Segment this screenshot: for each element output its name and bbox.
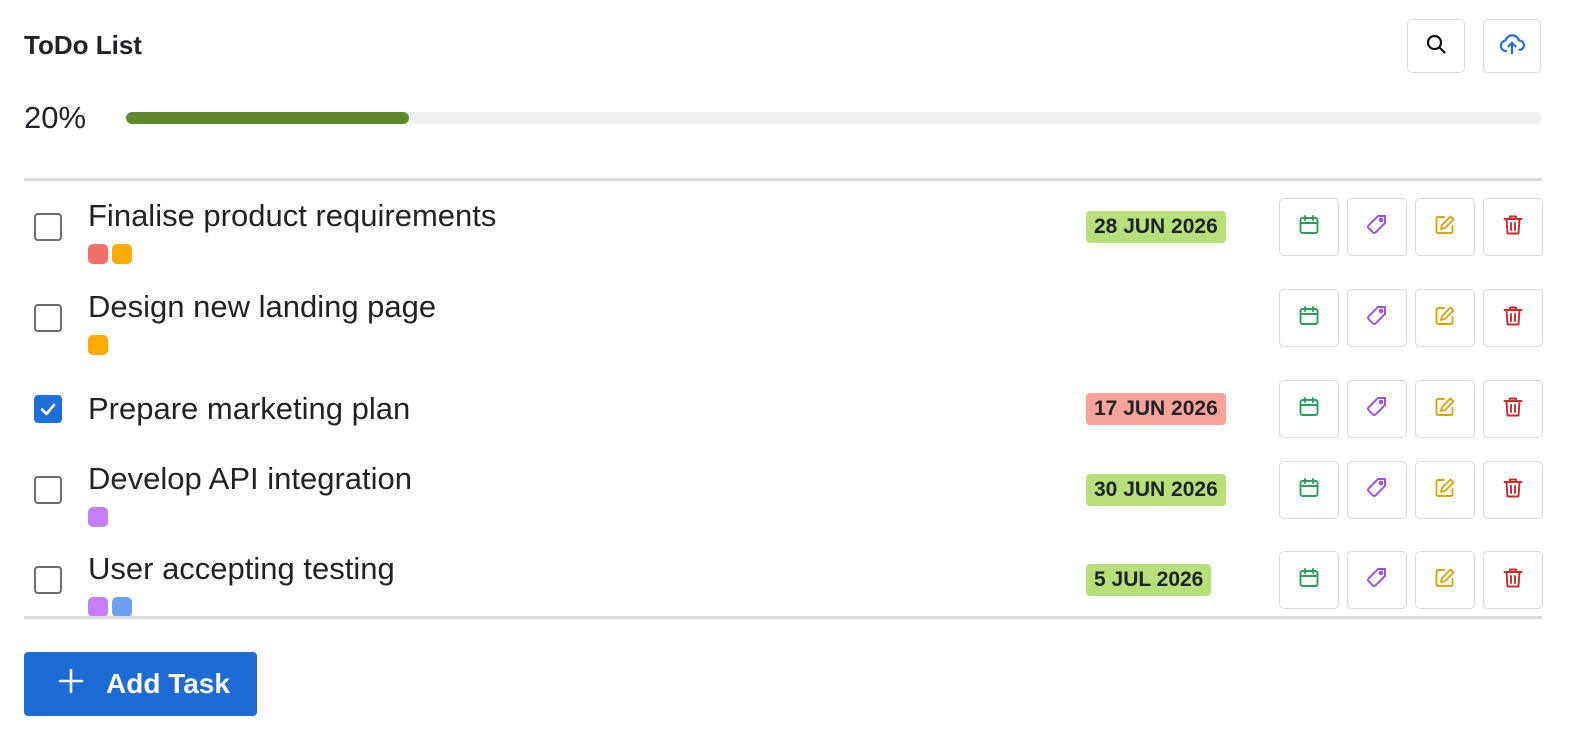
- delete-task-button[interactable]: [1483, 551, 1543, 609]
- trash-icon: [1501, 304, 1525, 333]
- task-title: Prepare marketing plan: [88, 391, 411, 426]
- set-tag-button[interactable]: [1347, 380, 1407, 438]
- edit-task-button[interactable]: [1415, 198, 1475, 256]
- set-date-button[interactable]: [1279, 198, 1339, 256]
- tag-icon: [1365, 304, 1389, 333]
- edit-icon: [1433, 395, 1457, 424]
- edit-icon: [1433, 566, 1457, 595]
- upload-button[interactable]: [1483, 19, 1541, 73]
- task-title: Develop API integration: [88, 461, 412, 496]
- tag-chip: [112, 597, 132, 617]
- calendar-icon: [1297, 566, 1321, 595]
- edit-icon: [1433, 476, 1457, 505]
- task-title: User accepting testing: [88, 551, 395, 586]
- edit-task-button[interactable]: [1415, 461, 1475, 519]
- set-tag-button[interactable]: [1347, 461, 1407, 519]
- add-task-button[interactable]: Add Task: [24, 652, 257, 716]
- due-date-badge: 17 JUN 2026: [1086, 393, 1226, 425]
- list-bottom-divider: [24, 616, 1542, 619]
- due-date-badge: 28 JUN 2026: [1086, 211, 1226, 243]
- set-tag-button[interactable]: [1347, 551, 1407, 609]
- tag-chip: [88, 244, 108, 264]
- edit-icon: [1433, 304, 1457, 333]
- edit-task-button[interactable]: [1415, 289, 1475, 347]
- edit-icon: [1433, 213, 1457, 242]
- delete-task-button[interactable]: [1483, 461, 1543, 519]
- search-icon: [1424, 32, 1448, 61]
- tag-chip: [88, 335, 108, 355]
- edit-task-button[interactable]: [1415, 551, 1475, 609]
- task-title: Finalise product requirements: [88, 198, 497, 233]
- task-row: Finalise product requirements 28 JUN 2026: [0, 190, 1570, 270]
- progress-fill: [126, 112, 410, 124]
- task-checkbox[interactable]: [34, 213, 62, 241]
- list-top-divider: [24, 178, 1542, 181]
- task-checkbox[interactable]: [34, 566, 62, 594]
- task-tags: [88, 244, 132, 264]
- edit-task-button[interactable]: [1415, 380, 1475, 438]
- page-title: ToDo List: [24, 30, 142, 60]
- calendar-icon: [1297, 395, 1321, 424]
- tag-icon: [1365, 566, 1389, 595]
- cloud-upload-icon: [1498, 30, 1526, 63]
- progress-bar: [126, 112, 1542, 124]
- plus-icon: [58, 668, 84, 701]
- set-tag-button[interactable]: [1347, 289, 1407, 347]
- trash-icon: [1501, 566, 1525, 595]
- add-task-label: Add Task: [106, 668, 230, 699]
- due-date-badge: 5 JUL 2026: [1086, 564, 1212, 596]
- trash-icon: [1501, 395, 1525, 424]
- delete-task-button[interactable]: [1483, 380, 1543, 438]
- task-checkbox[interactable]: [34, 304, 62, 332]
- tag-icon: [1365, 395, 1389, 424]
- set-date-button[interactable]: [1279, 380, 1339, 438]
- task-row: User accepting testing 5 JUL 2026: [0, 543, 1570, 623]
- progress-percent: 20%: [24, 100, 87, 135]
- task-checkbox[interactable]: [34, 395, 62, 423]
- set-date-button[interactable]: [1279, 551, 1339, 609]
- set-date-button[interactable]: [1279, 289, 1339, 347]
- task-row: Prepare marketing plan 17 JUN 2026: [0, 372, 1570, 452]
- tag-icon: [1365, 213, 1389, 242]
- tag-chip: [112, 244, 132, 264]
- task-tags: [88, 597, 132, 617]
- task-row: Develop API integration 30 JUN 2026: [0, 453, 1570, 533]
- set-tag-button[interactable]: [1347, 198, 1407, 256]
- task-tags: [88, 335, 108, 355]
- task-title: Design new landing page: [88, 289, 437, 324]
- tag-chip: [88, 507, 108, 527]
- search-button[interactable]: [1407, 19, 1465, 73]
- calendar-icon: [1297, 476, 1321, 505]
- due-date-badge: 30 JUN 2026: [1086, 474, 1226, 506]
- task-row: Design new landing page: [0, 281, 1570, 361]
- trash-icon: [1501, 476, 1525, 505]
- delete-task-button[interactable]: [1483, 289, 1543, 347]
- trash-icon: [1501, 213, 1525, 242]
- tag-chip: [88, 597, 108, 617]
- tag-icon: [1365, 476, 1389, 505]
- delete-task-button[interactable]: [1483, 198, 1543, 256]
- task-checkbox[interactable]: [34, 476, 62, 504]
- set-date-button[interactable]: [1279, 461, 1339, 519]
- task-tags: [88, 507, 108, 527]
- calendar-icon: [1297, 213, 1321, 242]
- calendar-icon: [1297, 304, 1321, 333]
